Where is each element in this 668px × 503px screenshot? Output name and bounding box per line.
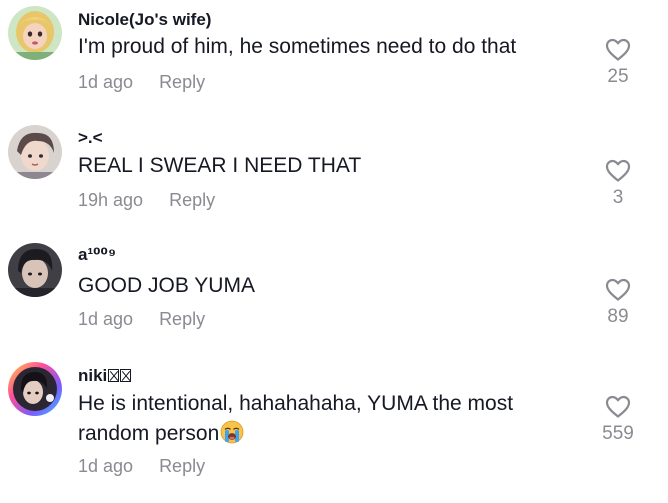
like-button[interactable]: 89	[590, 278, 646, 328]
heart-icon	[605, 38, 631, 61]
user-avatar[interactable]	[8, 125, 62, 179]
comment-username[interactable]: Nicole(Jo's wife)	[78, 10, 211, 30]
heart-icon	[605, 159, 631, 182]
like-count: 25	[607, 66, 629, 87]
like-button[interactable]: 559	[590, 395, 646, 445]
comment-item: a¹⁰⁰⁹ GOOD JOB YUMA 1d ago Reply 89	[0, 235, 668, 355]
comment-timestamp: 1d ago	[78, 309, 134, 329]
avatar-dark-hair-person-icon	[8, 243, 62, 297]
comment-username[interactable]: niki	[78, 366, 132, 386]
heart-icon	[605, 395, 631, 418]
comment-meta: 1d ago Reply	[78, 309, 205, 330]
avatar-anime-boy-icon	[8, 125, 62, 179]
comment-meta: 1d ago Reply	[78, 72, 205, 93]
user-avatar[interactable]	[8, 243, 62, 297]
comment-meta: 1d ago Reply	[78, 456, 205, 477]
avatar-rainbow-ring-person-icon	[8, 362, 62, 416]
comment-item: niki He is intentional, hahahahaha, YUMA…	[0, 355, 668, 503]
comment-text-content: He is intentional, hahahahaha, YUMA the …	[78, 392, 514, 445]
unsupported-glyph-icon	[108, 369, 120, 382]
comment-meta: 19h ago Reply	[78, 190, 215, 211]
comment-text: REAL I SWEAR I NEED THAT	[78, 154, 362, 177]
loudly-crying-face-emoji-icon	[220, 420, 244, 453]
comment-username[interactable]: a¹⁰⁰⁹	[78, 245, 116, 265]
heart-icon	[605, 278, 631, 301]
comment-username[interactable]: >.<	[78, 128, 103, 148]
comment-timestamp: 1d ago	[78, 72, 134, 92]
reply-button[interactable]: Reply	[169, 190, 215, 210]
comment-timestamp: 19h ago	[78, 190, 144, 210]
like-count: 3	[612, 187, 624, 208]
user-avatar[interactable]	[8, 6, 62, 60]
comment-text: I'm proud of him, he sometimes need to d…	[78, 35, 517, 58]
comment-text: He is intentional, hahahahaha, YUMA the …	[78, 389, 568, 453]
avatar-blonde-cartoon-girl-icon	[8, 6, 62, 60]
reply-button[interactable]: Reply	[159, 72, 205, 92]
comment-item: Nicole(Jo's wife) I'm proud of him, he s…	[0, 0, 668, 115]
unsupported-glyph-icon	[120, 369, 132, 382]
user-avatar[interactable]	[8, 362, 62, 416]
like-button[interactable]: 25	[590, 38, 646, 88]
comment-item: >.< REAL I SWEAR I NEED THAT 19h ago Repl…	[0, 115, 668, 235]
comment-timestamp: 1d ago	[78, 456, 134, 476]
reply-button[interactable]: Reply	[159, 309, 205, 329]
like-count: 559	[602, 423, 634, 444]
like-button[interactable]: 3	[590, 159, 646, 209]
like-count: 89	[607, 306, 629, 327]
comment-text: GOOD JOB YUMA	[78, 274, 255, 297]
comment-username-text: niki	[78, 366, 108, 385]
reply-button[interactable]: Reply	[159, 456, 205, 476]
